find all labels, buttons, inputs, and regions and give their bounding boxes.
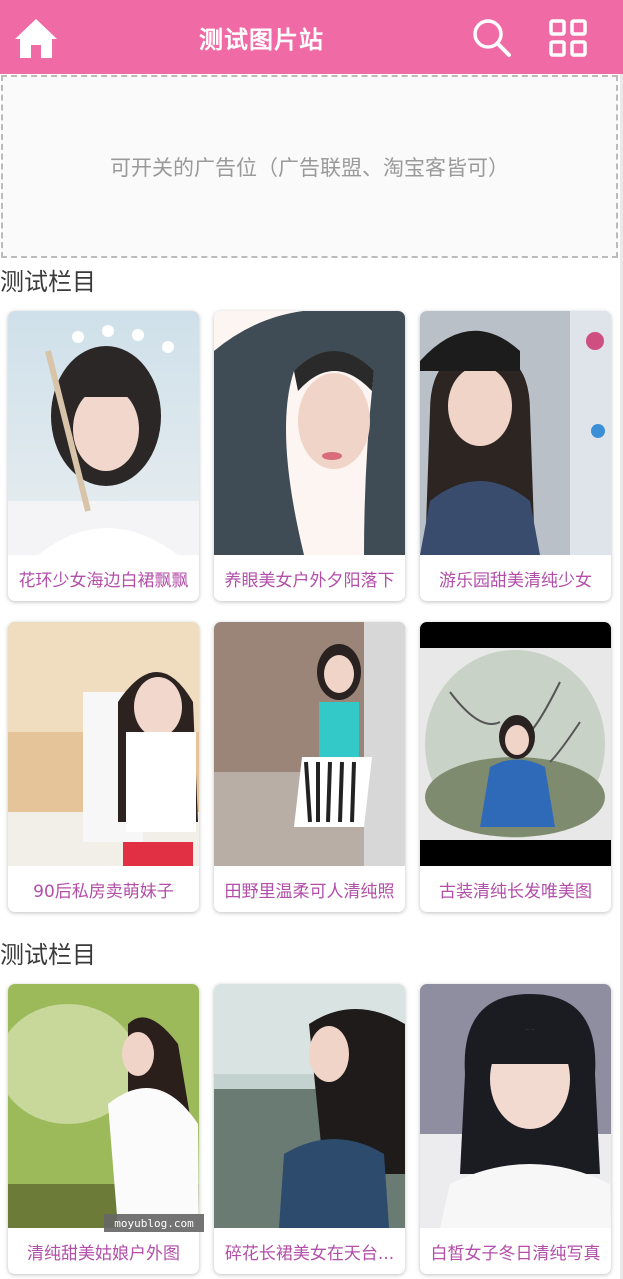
- card-thumbnail: [8, 984, 199, 1228]
- watermark-badge: moyublog.com: [104, 1214, 204, 1232]
- card-caption: 游乐园甜美清纯少女: [439, 570, 592, 591]
- image-card[interactable]: 游乐园甜美清纯少女: [420, 311, 611, 601]
- section-title: 测试栏目: [0, 268, 96, 296]
- image-card[interactable]: 花环少女海边白裙飘飘: [8, 311, 199, 601]
- image-card[interactable]: 白皙女子冬日清纯写真: [420, 984, 611, 1274]
- image-card[interactable]: 田野里温柔可人清纯照: [214, 622, 405, 912]
- card-caption: 90后私房卖萌妹子: [33, 881, 174, 902]
- card-caption: 田野里温柔可人清纯照: [224, 881, 395, 902]
- ad-text: 可开关的广告位（广告联盟、淘宝客皆可）: [110, 155, 509, 180]
- card-caption: 花环少女海边白裙飘飘: [18, 570, 189, 591]
- card-caption: 古装清纯长发唯美图: [439, 881, 592, 902]
- card-thumbnail: [8, 622, 199, 866]
- image-card[interactable]: 养眼美女户外夕阳落下: [214, 311, 405, 601]
- search-icon: [473, 19, 511, 57]
- image-card[interactable]: 90后私房卖萌妹子: [8, 622, 199, 912]
- search-button[interactable]: [470, 16, 514, 60]
- card-thumbnail: [420, 984, 611, 1228]
- image-card[interactable]: 古装清纯长发唯美图: [420, 622, 611, 912]
- card-thumbnail: [214, 311, 405, 555]
- grid-menu-icon: [549, 19, 587, 57]
- card-caption: 白皙女子冬日清纯写真: [430, 1243, 601, 1264]
- card-caption: 养眼美女户外夕阳落下: [224, 570, 395, 591]
- card-thumbnail: [8, 311, 199, 555]
- ad-slot[interactable]: 可开关的广告位（广告联盟、淘宝客皆可）: [1, 75, 618, 258]
- image-card[interactable]: 碎花长裙美女在天台...: [214, 984, 405, 1274]
- section-title: 测试栏目: [0, 941, 96, 969]
- card-caption: 清纯甜美姑娘户外图: [27, 1243, 180, 1264]
- menu-button[interactable]: [546, 16, 590, 60]
- card-thumbnail: [420, 311, 611, 555]
- top-nav-bar: 测试图片站: [0, 0, 623, 74]
- card-thumbnail: [420, 622, 611, 866]
- card-thumbnail: [214, 622, 405, 866]
- card-caption: 碎花长裙美女在天台...: [224, 1243, 395, 1264]
- card-thumbnail: [214, 984, 405, 1228]
